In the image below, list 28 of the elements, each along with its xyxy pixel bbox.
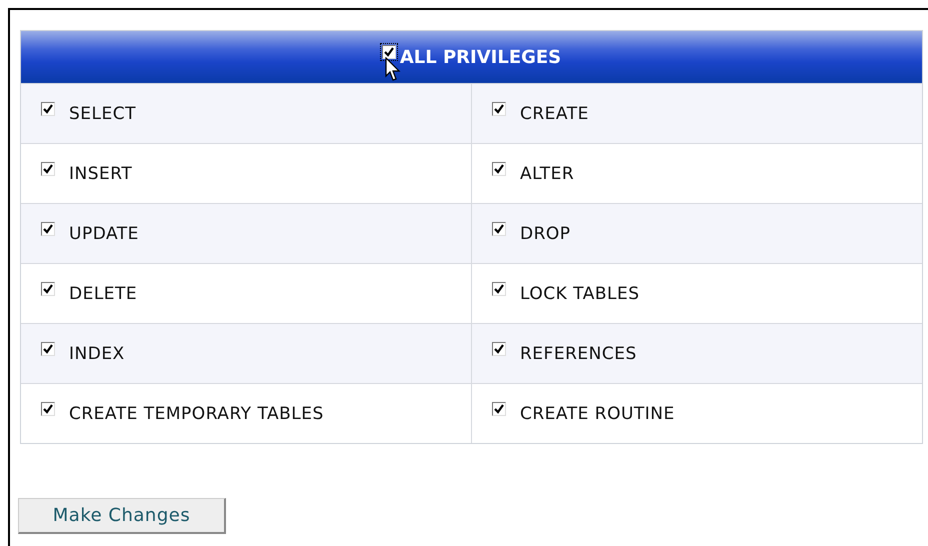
checkbox[interactable]	[492, 342, 506, 356]
checkbox[interactable]	[492, 162, 506, 176]
checkbox[interactable]	[41, 342, 55, 356]
checkbox[interactable]	[41, 282, 55, 296]
privilege-label: CREATE	[520, 104, 589, 124]
checkbox[interactable]	[492, 402, 506, 416]
privilege-label: INDEX	[69, 344, 125, 364]
mouse-pointer-icon	[385, 57, 401, 83]
privilege-label: SELECT	[69, 104, 136, 124]
privilege-label: REFERENCES	[520, 344, 637, 364]
checkbox[interactable]	[41, 222, 55, 236]
privilege-label: INSERT	[69, 164, 132, 184]
checkbox[interactable]	[382, 45, 396, 59]
checkbox[interactable]	[41, 102, 55, 116]
checkbox[interactable]	[41, 402, 55, 416]
privilege-label: LOCK TABLES	[520, 284, 640, 304]
privilege-label: DELETE	[69, 284, 138, 304]
checkbox[interactable]	[41, 162, 55, 176]
privilege-label: DROP	[520, 224, 571, 244]
checkbox[interactable]	[492, 282, 506, 296]
checkbox[interactable]	[492, 222, 506, 236]
privilege-label: ALTER	[520, 164, 574, 184]
privilege-label: UPDATE	[69, 224, 139, 244]
header-label: ALL PRIVILEGES	[400, 46, 562, 68]
privilege-label: CREATE TEMPORARY TABLES	[69, 404, 324, 424]
privilege-label: CREATE ROUTINE	[520, 404, 675, 424]
checkbox[interactable]	[492, 102, 506, 116]
make-changes-button[interactable]: Make Changes	[18, 498, 226, 534]
